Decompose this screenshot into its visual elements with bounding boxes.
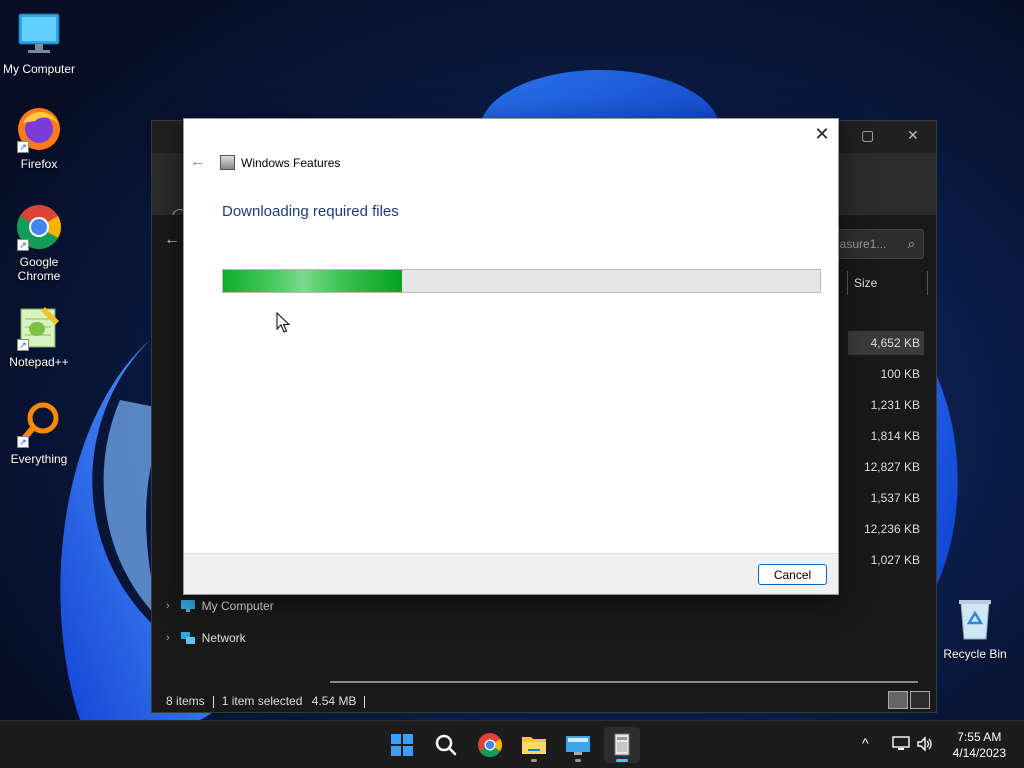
running-indicator (531, 759, 537, 762)
chevron-up-icon[interactable]: ^ (862, 735, 869, 751)
file-size-cell: 1,814 KB (870, 429, 920, 443)
close-icon[interactable]: ✕ (907, 127, 919, 144)
mouse-cursor-icon (276, 312, 290, 333)
cancel-button[interactable]: Cancel (758, 564, 827, 585)
desktop-icon-notepad-plus-plus[interactable]: ↗ Notepad++ (1, 303, 77, 369)
notepad-plus-plus-icon: ↗ (15, 303, 63, 351)
desktop-icon-label: Google Chrome (17, 255, 61, 283)
chrome-icon: ↗ (15, 203, 63, 251)
chevron-right-icon[interactable]: › (166, 600, 170, 612)
monitor-icon (180, 600, 195, 612)
firefox-icon: ↗ (15, 105, 63, 153)
network-icon[interactable] (892, 736, 910, 752)
file-size-cell: 4,652 KB (870, 336, 920, 350)
volume-icon[interactable] (916, 736, 934, 752)
recycle-bin-icon (951, 595, 999, 643)
monitor-icon (15, 10, 63, 58)
network-icon (180, 632, 195, 644)
chrome-icon[interactable] (472, 727, 508, 763)
desktop-icon-label: Firefox (20, 157, 58, 171)
clock-time: 7:55 AM (957, 730, 1002, 744)
shortcut-arrow-icon: ↗ (17, 141, 29, 153)
desktop-icon-google-chrome[interactable]: ↗ Google Chrome (1, 203, 77, 283)
running-indicator (575, 759, 581, 762)
view-toggle (888, 691, 930, 709)
desktop-icon-label: Recycle Bin (943, 647, 1007, 661)
shortcut-arrow-icon: ↗ (17, 339, 29, 351)
desktop-icon-firefox[interactable]: ↗ Firefox (1, 105, 77, 171)
clock-date: 4/14/2023 (952, 746, 1006, 760)
search-text: easure1... (833, 237, 887, 251)
taskbar: ^ 7:55 AM 4/14/2023 (0, 720, 1024, 768)
dialog-footer: Cancel (184, 553, 838, 594)
download-progress-bar (222, 269, 821, 293)
file-size-cell: 1,027 KB (870, 553, 920, 567)
shortcut-arrow-icon: ↗ (17, 239, 29, 251)
system-tray: ^ (856, 721, 946, 768)
windows-features-icon (220, 155, 235, 170)
horizontal-scrollbar[interactable] (330, 681, 918, 683)
file-size-cell: 1,231 KB (870, 398, 920, 412)
back-arrow-icon[interactable]: ← (164, 231, 180, 249)
nav-item-label: Network (201, 631, 246, 645)
windows-features-icon[interactable] (604, 727, 640, 763)
file-size-cell: 12,827 KB (863, 460, 920, 474)
tiles-view-icon[interactable] (910, 691, 930, 709)
taskbar-clock[interactable]: 7:55 AM 4/14/2023 (953, 729, 1006, 761)
column-separator[interactable] (927, 271, 928, 295)
chevron-right-icon[interactable]: › (166, 632, 170, 644)
column-header-size[interactable]: Size (854, 276, 877, 290)
windows-start-icon[interactable] (384, 727, 420, 763)
windows-features-dialog: ✕ ← Windows Features Downloading require… (183, 118, 839, 595)
file-size-cell: 100 KB (880, 367, 920, 381)
back-arrow-icon[interactable]: ← (190, 153, 205, 170)
maximize-icon[interactable]: ▢ (861, 127, 874, 144)
search-input[interactable]: easure1... ⌕ (824, 229, 924, 259)
explorer-status-bar: 8 items 1 item selected 4.54 MB (166, 694, 373, 708)
desktop-icon-everything[interactable]: ↗ Everything (1, 400, 77, 466)
dialog-heading: Downloading required files (222, 203, 399, 220)
nav-item-my-computer[interactable]: › My Computer (166, 599, 274, 613)
details-view-icon[interactable] (888, 691, 908, 709)
desktop-icon-label: Everything (10, 452, 68, 466)
file-size-cell: 1,537 KB (870, 491, 920, 505)
everything-search-icon: ↗ (15, 400, 63, 448)
dialog-title: Windows Features (241, 156, 341, 170)
desktop-icon-my-computer[interactable]: My Computer (1, 10, 77, 76)
search-icon[interactable] (428, 727, 464, 763)
nav-item-label: My Computer (201, 599, 274, 613)
active-indicator (616, 759, 628, 762)
close-icon[interactable]: ✕ (810, 123, 834, 147)
status-selection: 1 item selected (221, 694, 303, 708)
file-explorer-icon[interactable] (516, 727, 552, 763)
search-icon: ⌕ (907, 236, 915, 251)
desktop-icon-recycle-bin[interactable]: Recycle Bin (937, 595, 1013, 661)
column-separator[interactable] (847, 271, 848, 295)
desktop-icon-label: My Computer (2, 62, 76, 76)
status-item-count: 8 items (166, 694, 205, 708)
nav-item-network[interactable]: › Network (166, 631, 246, 645)
shortcut-arrow-icon: ↗ (17, 436, 29, 448)
progress-fill (223, 270, 403, 292)
status-selection-size: 4.54 MB (311, 694, 357, 708)
remote-desktop-icon[interactable] (560, 727, 596, 763)
file-size-cell: 12,236 KB (863, 522, 920, 536)
desktop-icon-label: Notepad++ (9, 355, 69, 369)
